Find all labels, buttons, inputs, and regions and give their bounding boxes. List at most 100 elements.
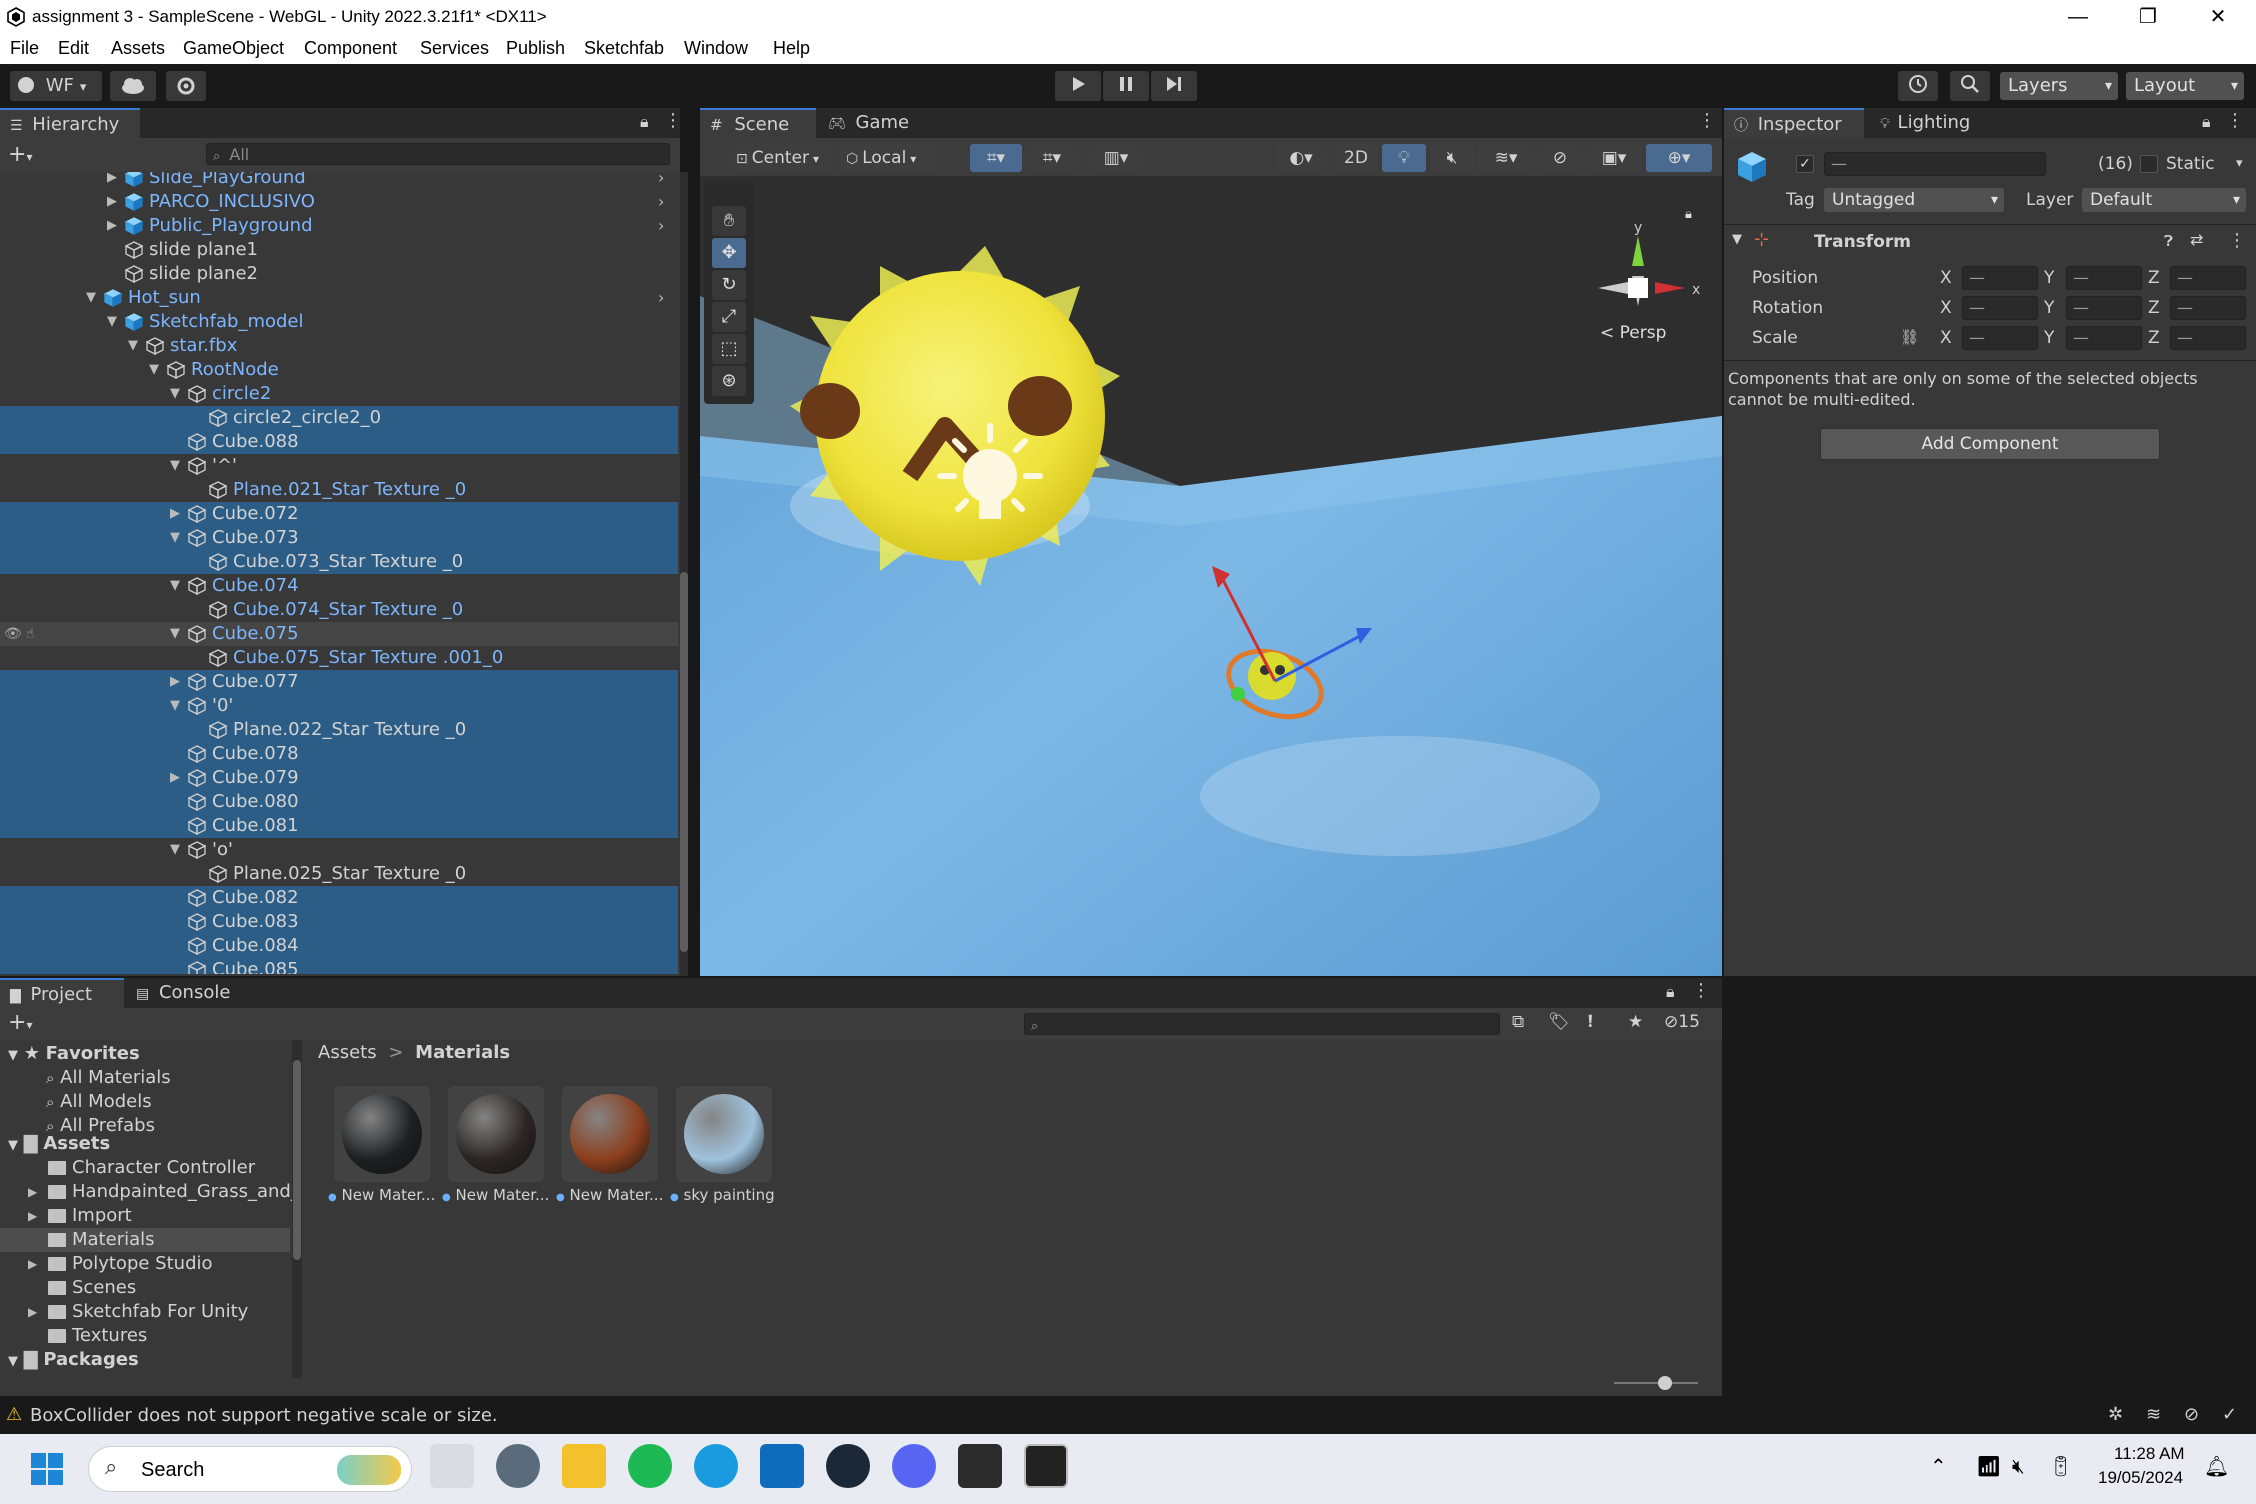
- pause-button[interactable]: [1103, 71, 1149, 101]
- folder-tree-scrollbar[interactable]: [292, 1040, 302, 1378]
- ruler-button[interactable]: ▥▾: [1090, 144, 1142, 172]
- foldout-arrow-icon[interactable]: ▼: [149, 358, 159, 382]
- project-folder[interactable]: Scenes: [0, 1276, 290, 1300]
- favorites-item[interactable]: ⌕ All Materials: [46, 1066, 171, 1090]
- rotation-z-field[interactable]: —: [2170, 296, 2246, 320]
- hierarchy-row[interactable]: ▶ Cube.079: [0, 766, 678, 790]
- toggle-2d-button[interactable]: 2D: [1334, 144, 1378, 172]
- windows-start-icon[interactable]: [30, 1452, 64, 1486]
- lock-icon[interactable]: 🔒︎: [2202, 112, 2211, 132]
- task-view-icon[interactable]: [430, 1444, 474, 1488]
- hierarchy-row[interactable]: Cube.085: [0, 958, 678, 974]
- foldout-arrow-icon[interactable]: ▼: [86, 286, 96, 310]
- breadcrumb-assets[interactable]: Assets: [318, 1042, 377, 1063]
- volume-mute-icon[interactable]: 🔇︎: [2012, 1454, 2025, 1478]
- tag-dropdown[interactable]: Untagged: [1824, 188, 2004, 212]
- scale-x-field[interactable]: —: [1962, 326, 2038, 350]
- foldout-arrow-icon[interactable]: ▶: [28, 1180, 37, 1204]
- battery-icon[interactable]: 🔋︎: [2048, 1454, 2073, 1478]
- foldout-arrow-icon[interactable]: ▶: [107, 172, 117, 190]
- menu-services[interactable]: Services: [420, 38, 489, 59]
- minimize-button[interactable]: —: [2048, 2, 2108, 32]
- foldout-arrow-icon[interactable]: ▶: [107, 214, 117, 238]
- search-by-type-icon[interactable]: ⧉: [1512, 1012, 1524, 1032]
- hierarchy-row[interactable]: ▶ Cube.072: [0, 502, 678, 526]
- foldout-arrow-icon[interactable]: ▼: [170, 574, 180, 598]
- grid-snap-button[interactable]: ⌗▾: [970, 144, 1022, 172]
- maximize-button[interactable]: ❐: [2118, 2, 2178, 32]
- position-x-field[interactable]: —: [1962, 266, 2038, 290]
- pivot-center-dropdown[interactable]: ⊡ Center ▾: [730, 144, 834, 172]
- rotation-x-label[interactable]: X: [1940, 298, 1952, 318]
- layout-dropdown[interactable]: Layout: [2126, 72, 2244, 100]
- scrollbar-thumb[interactable]: [293, 1060, 301, 1260]
- more-options-icon[interactable]: ⋮: [2226, 110, 2244, 131]
- hierarchy-row[interactable]: Cube.074_Star Texture _0: [0, 598, 678, 622]
- position-z-field[interactable]: —: [2170, 266, 2246, 290]
- project-folder[interactable]: Character Controller: [0, 1156, 290, 1180]
- tab-inspector[interactable]: ⓘ Inspector: [1724, 108, 1864, 138]
- rotation-y-label[interactable]: Y: [2044, 298, 2054, 318]
- scene-viewport[interactable]: y x < Persp 🔒︎ ✋︎ ✥ ↻ ⤢ ⬚ ⊛: [700, 176, 1722, 976]
- steam-icon[interactable]: [826, 1444, 870, 1488]
- hierarchy-row[interactable]: Cube.080: [0, 790, 678, 814]
- effects-dropdown[interactable]: ≋▾: [1478, 144, 1534, 172]
- create-add-button[interactable]: +▾: [8, 142, 32, 167]
- lighting-toggle-button[interactable]: 💡︎: [1382, 144, 1426, 172]
- spotify-icon[interactable]: [628, 1444, 672, 1488]
- scale-y-field[interactable]: —: [2066, 326, 2142, 350]
- hierarchy-row[interactable]: Cube.081: [0, 814, 678, 838]
- close-window-button[interactable]: ✕: [2188, 2, 2248, 32]
- material-asset[interactable]: ● New Mater...: [556, 1086, 663, 1204]
- taskbar-search-box[interactable]: ⌕ Search: [88, 1446, 412, 1492]
- pickability-hand-icon[interactable]: ☝︎: [26, 622, 35, 646]
- menu-sketchfab[interactable]: Sketchfab: [584, 38, 664, 59]
- file-explorer-icon[interactable]: [562, 1444, 606, 1488]
- position-y-field[interactable]: —: [2066, 266, 2142, 290]
- foldout-arrow-icon[interactable]: ▶: [170, 766, 180, 790]
- hierarchy-scrollbar[interactable]: [680, 172, 688, 976]
- foldout-arrow-icon[interactable]: ▶: [28, 1204, 37, 1228]
- lock-icon[interactable]: 🔒︎: [640, 112, 649, 132]
- favorites-item[interactable]: ⌕ All Models: [46, 1090, 152, 1114]
- open-prefab-chevron-icon[interactable]: ›: [658, 190, 664, 214]
- gizmo-lock-icon[interactable]: 🔒︎: [1685, 207, 1692, 222]
- status-message[interactable]: BoxCollider does not support negative sc…: [30, 1405, 498, 1426]
- hierarchy-row[interactable]: ▼ '^': [0, 454, 678, 478]
- foldout-arrow-icon[interactable]: ▶: [107, 190, 117, 214]
- hierarchy-row[interactable]: ▼ RootNode: [0, 358, 678, 382]
- more-options-icon[interactable]: ⋮: [1698, 110, 1716, 131]
- hierarchy-row[interactable]: ▼ star.fbx: [0, 334, 678, 358]
- breadcrumb-materials[interactable]: Materials: [415, 1042, 510, 1063]
- menu-gameobject[interactable]: GameObject: [183, 38, 284, 59]
- hierarchy-row[interactable]: ▼ 'o': [0, 838, 678, 862]
- rotation-y-field[interactable]: —: [2066, 296, 2142, 320]
- hierarchy-row[interactable]: Cube.075_Star Texture .001_0: [0, 646, 678, 670]
- app-s-icon[interactable]: [760, 1444, 804, 1488]
- menu-publish[interactable]: Publish: [506, 38, 565, 59]
- position-x-label[interactable]: X: [1940, 268, 1952, 288]
- foldout-arrow-icon[interactable]: ▶: [170, 670, 180, 694]
- hierarchy-row[interactable]: ▼ Hot_sun ›: [0, 286, 678, 310]
- visibility-eye-icon[interactable]: 👁︎: [4, 622, 22, 646]
- material-asset[interactable]: ● New Mater...: [328, 1086, 435, 1204]
- project-folder[interactable]: ▶ Polytope Studio: [0, 1252, 290, 1276]
- rotation-z-label[interactable]: Z: [2148, 298, 2160, 318]
- progress-check-icon[interactable]: ✓: [2222, 1404, 2237, 1425]
- transform-tool-button[interactable]: ⊛: [712, 366, 746, 396]
- scale-tool-button[interactable]: ⤢: [712, 302, 746, 332]
- settings-app-icon[interactable]: [496, 1444, 540, 1488]
- scale-y-label[interactable]: Y: [2044, 328, 2054, 348]
- menu-component[interactable]: Component: [304, 38, 397, 59]
- hierarchy-row[interactable]: ▼ Cube.073: [0, 526, 678, 550]
- hierarchy-row[interactable]: Cube.084: [0, 934, 678, 958]
- project-folder[interactable]: Textures: [0, 1324, 290, 1348]
- foldout-arrow-icon[interactable]: ▼: [170, 838, 180, 862]
- hierarchy-row[interactable]: slide plane1: [0, 238, 678, 262]
- scene-visibility-button[interactable]: ⊘: [1538, 144, 1582, 172]
- hierarchy-row[interactable]: Cube.088: [0, 430, 678, 454]
- hierarchy-row[interactable]: ▶ Cube.077: [0, 670, 678, 694]
- asset-zoom-slider[interactable]: [1614, 1376, 1698, 1390]
- static-checkbox[interactable]: [2140, 155, 2158, 173]
- hierarchy-row[interactable]: Plane.021_Star Texture _0: [0, 478, 678, 502]
